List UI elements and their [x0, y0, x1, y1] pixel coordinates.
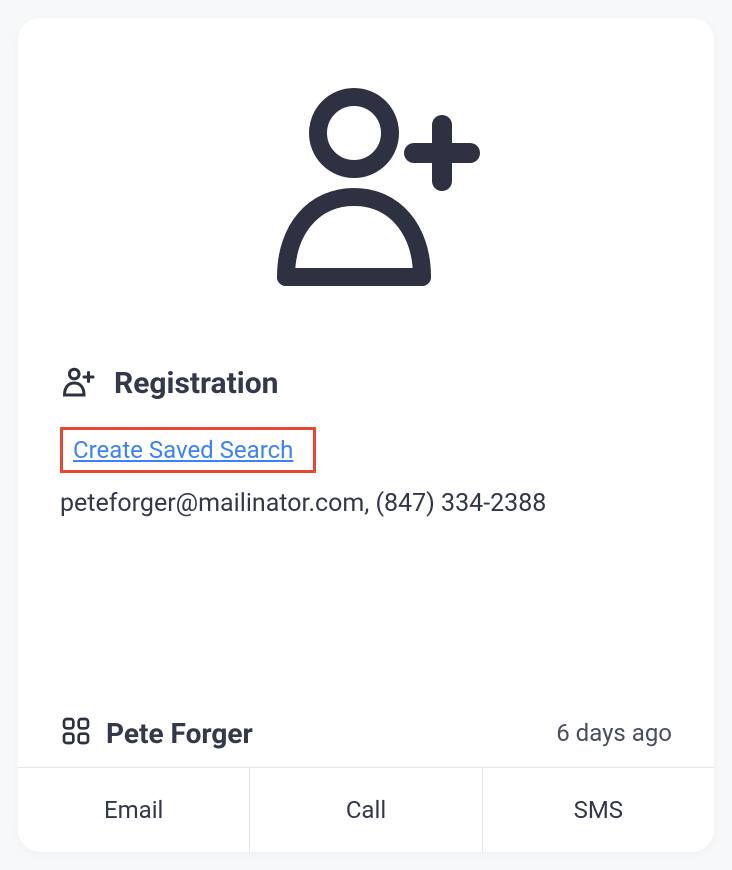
add-user-icon [246, 73, 486, 317]
action-bar: Email Call SMS [18, 767, 714, 852]
registration-title: Registration [114, 366, 278, 401]
lead-meta-row: Pete Forger 6 days ago [18, 715, 714, 767]
details-section: Registration Create Saved Search petefor… [18, 337, 714, 715]
lead-card: Registration Create Saved Search petefor… [18, 18, 714, 852]
lead-name: Pete Forger [106, 717, 253, 750]
grid-icon [60, 715, 92, 751]
registration-row: Registration [60, 365, 672, 401]
lead-timestamp: 6 days ago [556, 719, 672, 747]
sms-button[interactable]: SMS [483, 768, 714, 852]
create-saved-search-highlight: Create Saved Search [60, 427, 316, 473]
hero-icon-area [18, 18, 714, 337]
contact-info: peteforger@mailinator.com, (847) 334-238… [60, 489, 672, 518]
lead-identity: Pete Forger [60, 715, 253, 751]
call-button[interactable]: Call [250, 768, 482, 852]
create-saved-search-link[interactable]: Create Saved Search [73, 436, 293, 464]
add-user-small-icon [60, 365, 96, 401]
email-button[interactable]: Email [18, 768, 250, 852]
